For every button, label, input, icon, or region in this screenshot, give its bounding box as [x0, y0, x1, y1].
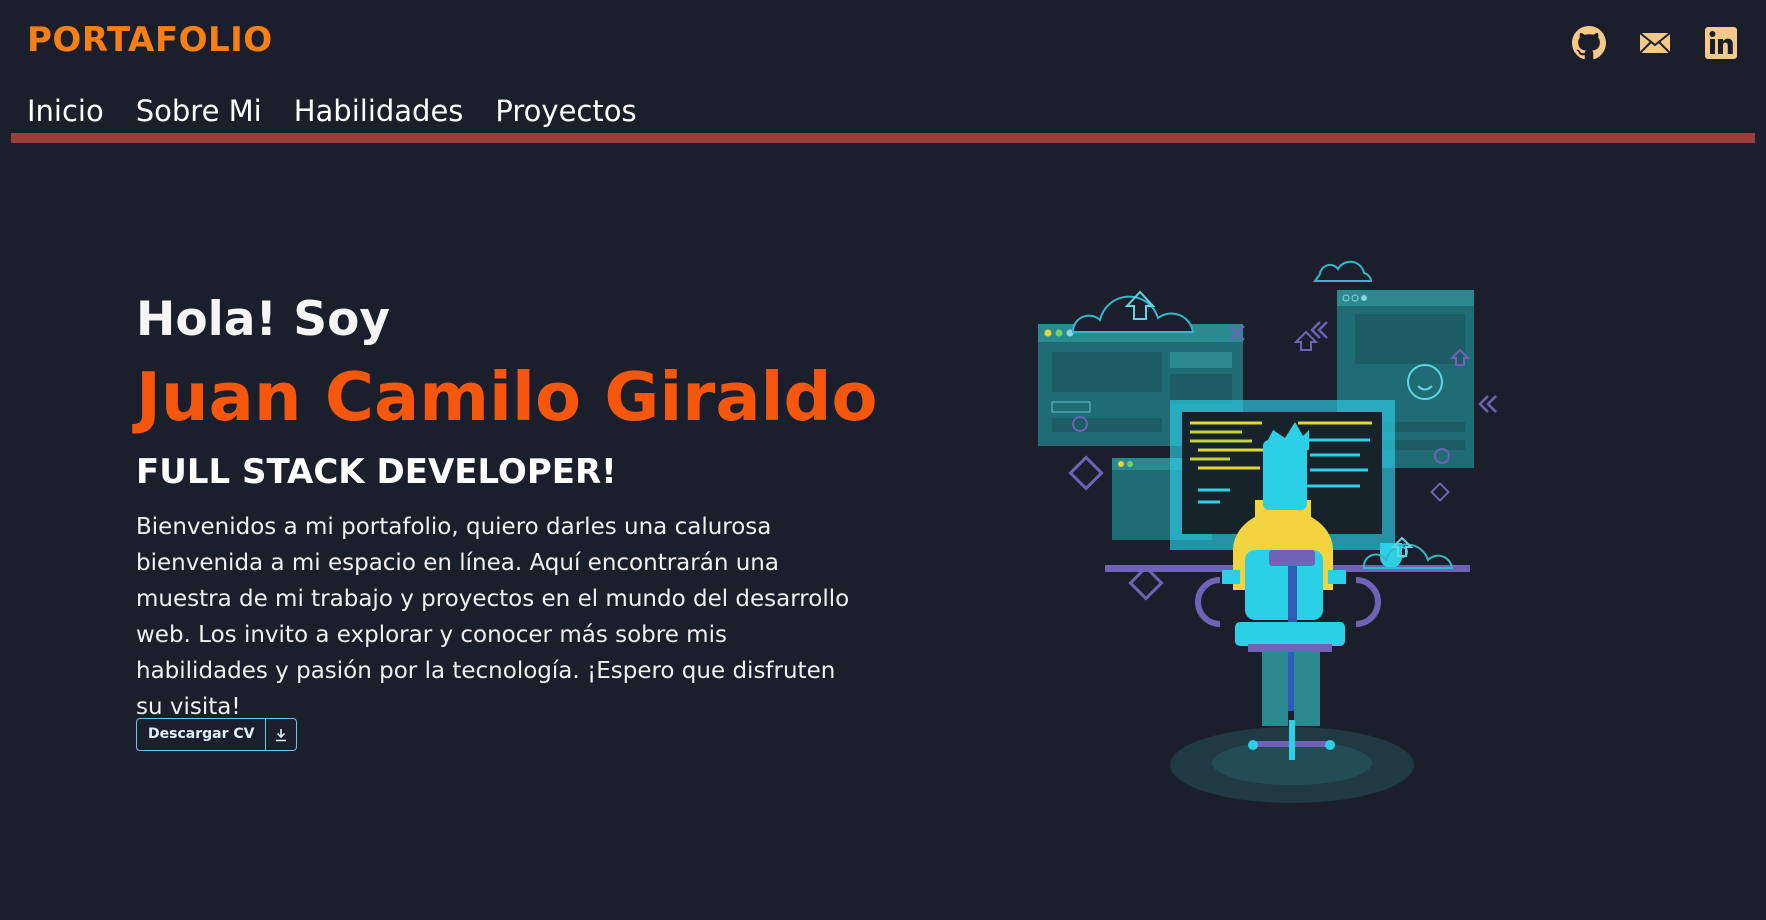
mail-icon: [1639, 32, 1671, 54]
linkedin-icon: [1705, 27, 1737, 59]
nav-item-sobre-mi[interactable]: Sobre Mi: [136, 94, 262, 128]
github-link[interactable]: [1572, 26, 1606, 60]
nav-underline: [11, 133, 1755, 143]
nav-item-inicio[interactable]: Inicio: [27, 94, 104, 128]
nav-item-proyectos[interactable]: Proyectos: [495, 94, 636, 128]
greeting-heading: Hola! Soy: [136, 292, 391, 347]
nav-item-habilidades[interactable]: Habilidades: [294, 94, 464, 128]
download-cv-button[interactable]: Descargar CV: [136, 718, 298, 751]
download-cv-label: Descargar CV: [148, 726, 255, 742]
download-icon: [265, 719, 296, 750]
developer-illustration: [1038, 260, 1497, 803]
linkedin-link[interactable]: [1704, 26, 1738, 60]
social-links: [1572, 26, 1738, 60]
github-icon: [1572, 26, 1606, 60]
main-nav: Inicio Sobre Mi Habilidades Proyectos: [27, 94, 637, 128]
name-heading: Juan Camilo Giraldo: [136, 358, 878, 436]
site-logo[interactable]: PORTAFOLIO: [27, 20, 273, 60]
mail-link[interactable]: [1638, 26, 1672, 60]
role-heading: FULL STACK DEVELOPER!: [136, 452, 617, 492]
intro-paragraph: Bienvenidos a mi portafolio, quiero darl…: [136, 514, 850, 720]
hero-section: Hola! Soy Juan Camilo Giraldo FULL STACK…: [136, 285, 878, 725]
